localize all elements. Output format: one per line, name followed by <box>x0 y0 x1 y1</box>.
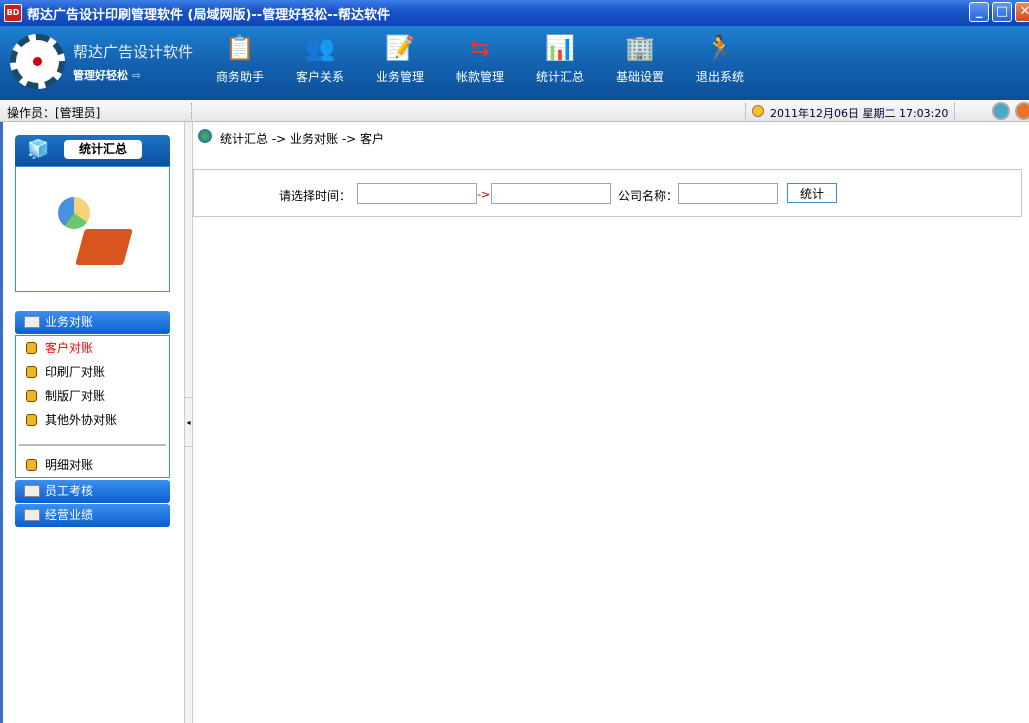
nav-settings[interactable]: 🏢 基础设置 <box>600 32 680 85</box>
divider <box>745 103 746 119</box>
cube-icon <box>26 459 37 471</box>
book-icon <box>75 229 133 265</box>
nav-business-management[interactable]: 📝 业务管理 <box>360 32 440 85</box>
arrow-right-icon: ⇨ <box>131 69 142 82</box>
item-label: 客户对账 <box>45 341 94 355</box>
menu-group-performance[interactable]: 经营业绩 <box>15 504 170 527</box>
cubes-icon: 🧊 <box>27 139 50 160</box>
item-label: 其他外协对账 <box>45 413 118 427</box>
group-label: 员工考核 <box>45 484 94 498</box>
header: 帮达广告设计软件 管理好轻松 ⇨ 📋 商务助手 👥 客户关系 📝 业务管理 ⇆ 帐款管理… <box>0 26 1029 100</box>
brand-name: 帮达广告设计软件 <box>73 43 194 61</box>
range-arrow: -> <box>477 188 491 201</box>
divider <box>19 444 166 446</box>
group-label: 业务对账 <box>45 315 94 329</box>
pie-chart-icon <box>58 197 90 229</box>
cube-icon <box>26 366 37 378</box>
app-logo-icon: BD <box>4 4 22 22</box>
nav-business-assistant[interactable]: 📋 商务助手 <box>200 32 280 85</box>
nav-label: 退出系统 <box>695 70 744 84</box>
menu-group-staff-assessment[interactable]: 员工考核 <box>15 480 170 503</box>
nav-accounts[interactable]: ⇆ 帐款管理 <box>440 32 520 85</box>
nav-label: 业务管理 <box>375 70 424 84</box>
divider <box>954 103 955 119</box>
operator-label: 操作员：[管理员] <box>7 106 101 120</box>
item-label: 制版厂对账 <box>45 389 106 403</box>
nav-label: 客户关系 <box>295 70 344 84</box>
exit-runner-icon: 🏃 <box>705 34 735 62</box>
nav-customer-relations[interactable]: 👥 客户关系 <box>280 32 360 85</box>
item-label: 明细对账 <box>45 458 94 472</box>
panel-title: 统计汇总 <box>64 140 142 159</box>
user-icon[interactable] <box>992 102 1010 120</box>
panel-header: 🧊 统计汇总 <box>15 135 170 166</box>
minimize-button[interactable]: _ <box>969 2 989 22</box>
chart-icon: 📊 <box>545 34 575 62</box>
document-edit-icon: 📝 <box>385 34 415 62</box>
nav-label: 帐款管理 <box>455 70 504 84</box>
start-date-input[interactable] <box>357 183 477 204</box>
title-bar: BD 帮达广告设计印刷管理软件 (局域网版)--管理好轻松--帮达软件 _ □ … <box>0 0 1029 26</box>
nav-label: 基础设置 <box>615 70 664 84</box>
folder-edit-icon <box>24 316 40 328</box>
company-label: 公司名称： <box>618 189 679 203</box>
cube-icon <box>26 390 37 402</box>
gear-logo-icon <box>10 34 65 89</box>
status-bar: 操作员：[管理员] 2011年12月06日 星期二 17:03:20 <box>0 100 1029 122</box>
company-name-input[interactable] <box>678 183 778 204</box>
nav-label: 统计汇总 <box>535 70 584 84</box>
panel-illustration <box>15 166 170 292</box>
statistics-button[interactable]: 统计 <box>787 183 837 203</box>
menu-item-platemaker-reconciliation[interactable]: 制版厂对账 <box>16 384 169 408</box>
nav-exit[interactable]: 🏃 退出系统 <box>680 32 760 85</box>
cube-icon <box>26 414 37 426</box>
end-date-input[interactable] <box>491 183 611 204</box>
globe-icon <box>198 129 212 143</box>
cube-icon <box>26 342 37 354</box>
group-label: 经营业绩 <box>45 508 94 522</box>
menu-item-other-reconciliation[interactable]: 其他外协对账 <box>16 408 169 432</box>
slogan-text: 管理好轻松 <box>73 69 128 82</box>
building-icon: 🏢 <box>625 34 655 62</box>
brand-slogan: 管理好轻松 ⇨ <box>73 67 141 83</box>
breadcrumb: 统计汇总 -> 业务对账 -> 客户 <box>220 132 385 146</box>
help-icon[interactable] <box>1015 102 1029 120</box>
transfer-icon: ⇆ <box>469 34 491 62</box>
menu-group-items: 客户对账 印刷厂对账 制版厂对账 其他外协对账 明细对账 <box>15 335 170 478</box>
nav-label: 商务助手 <box>215 70 264 84</box>
close-button[interactable]: ✕ <box>1015 2 1029 22</box>
sidebar-splitter[interactable]: ◂ <box>184 122 193 723</box>
menu-item-customer-reconciliation[interactable]: 客户对账 <box>16 336 169 360</box>
item-label: 印刷厂对账 <box>45 365 106 379</box>
menu-item-printer-reconciliation[interactable]: 印刷厂对账 <box>16 360 169 384</box>
maximize-button[interactable]: □ <box>992 2 1012 22</box>
menu-item-detail-reconciliation[interactable]: 明细对账 <box>16 453 169 477</box>
folder-edit-icon <box>24 509 40 521</box>
folder-edit-icon <box>24 485 40 497</box>
window-title: 帮达广告设计印刷管理软件 (局域网版)--管理好轻松--帮达软件 <box>27 8 390 23</box>
clipboard-icon: 📋 <box>225 34 255 62</box>
time-label: 请选择时间： <box>279 189 352 203</box>
menu-group-business-reconciliation[interactable]: 业务对账 <box>15 311 170 334</box>
collapse-arrow-icon[interactable]: ◂ <box>185 397 192 447</box>
divider <box>191 103 192 119</box>
nav-statistics[interactable]: 📊 统计汇总 <box>520 32 600 85</box>
users-icon: 👥 <box>305 34 335 62</box>
clock-icon <box>752 105 764 117</box>
datetime: 2011年12月06日 星期二 17:03:20 <box>770 107 949 120</box>
